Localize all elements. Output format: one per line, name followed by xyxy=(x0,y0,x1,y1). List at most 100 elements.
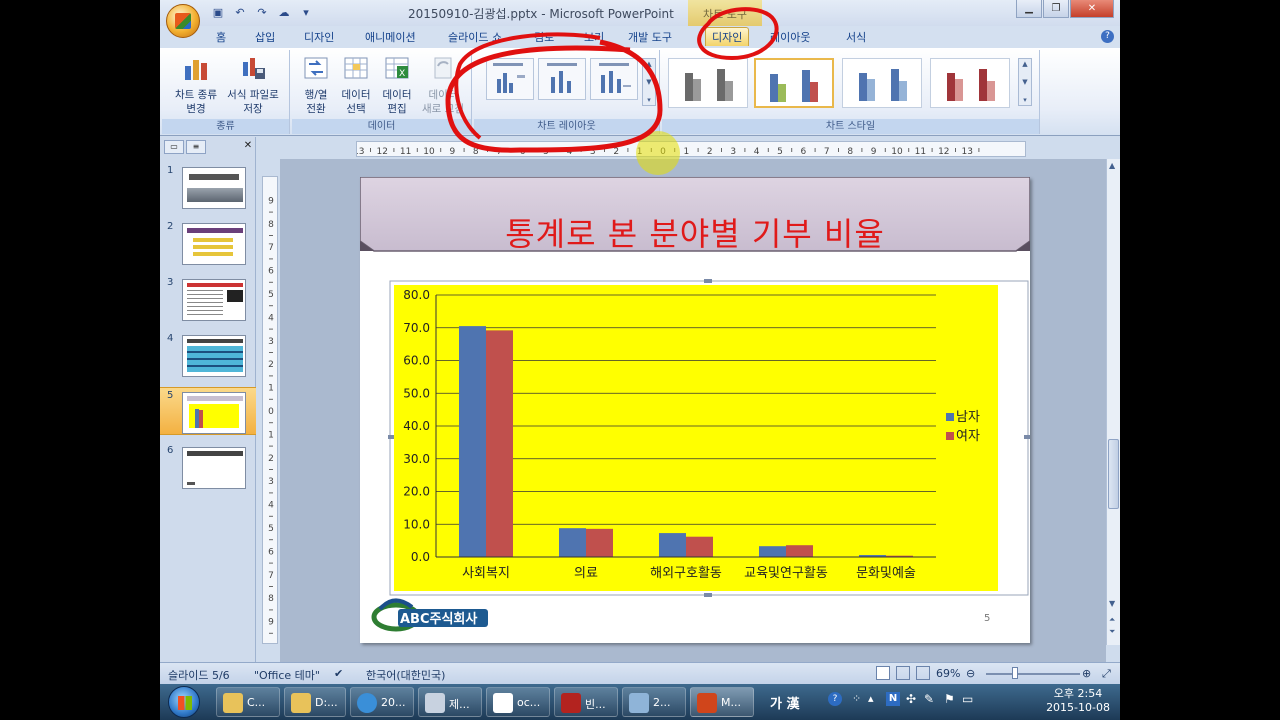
company-logo-text: ABC주식회사 xyxy=(400,612,478,627)
ruler-number: 10 xyxy=(891,147,903,157)
slide-thumbnail-5[interactable]: 5 xyxy=(160,387,256,435)
thumbnail-image xyxy=(182,447,246,489)
office-button[interactable] xyxy=(166,4,200,38)
slideshow-view-icon[interactable] xyxy=(916,666,930,680)
styles-gallery-scroll[interactable]: ▲ ▼ ▾ xyxy=(1018,58,1032,106)
tab-view[interactable]: 보기 xyxy=(584,29,604,45)
chart-layout-2[interactable] xyxy=(538,58,586,100)
taskbar-item-folder-c[interactable]: C... xyxy=(216,687,280,717)
scroll-down-icon[interactable]: ▼ xyxy=(1109,599,1115,608)
switch-row-column-button[interactable]: 행/열 전환 xyxy=(296,54,336,116)
slide-thumbnail-2[interactable]: 2 xyxy=(160,219,256,267)
vertical-ruler[interactable]: 9 8 7 6 5 4 3 2 1 0 1 2 3 4 5 6 7 8 9 xyxy=(262,176,278,644)
tab-developer[interactable]: 개발 도구 xyxy=(628,29,672,45)
ime-indicator[interactable]: 가 漢 xyxy=(770,693,800,712)
ruler-number: 5 xyxy=(543,147,549,157)
previous-slide-icon[interactable]: ⏶ xyxy=(1109,615,1115,625)
normal-view-icon[interactable] xyxy=(876,666,890,680)
refresh-data-button[interactable]: 데이터 새로 고침 xyxy=(418,54,468,116)
spellcheck-icon[interactable]: ✔ xyxy=(334,667,343,680)
edit-data-icon: X xyxy=(385,57,409,79)
zoom-out-icon[interactable]: ⊖ xyxy=(966,667,975,680)
ime-options-icon[interactable]: ⁘ xyxy=(852,692,861,705)
zoom-slider-thumb[interactable] xyxy=(1012,667,1018,679)
tray-app-icon[interactable]: ✣ xyxy=(906,692,916,706)
naver-icon[interactable]: N xyxy=(886,692,900,706)
network-icon[interactable]: ▭ xyxy=(962,692,973,706)
taskbar-item-powerpoint[interactable]: M... xyxy=(690,687,754,717)
pane-close-icon[interactable]: ✕ xyxy=(238,140,258,154)
zoom-level[interactable]: 69% xyxy=(936,667,960,680)
tab-animation[interactable]: 애니메이션 xyxy=(365,29,416,45)
tab-chart-design[interactable]: 디자인 xyxy=(705,27,750,46)
taskbar-item-hangul[interactable]: 빈... xyxy=(554,687,618,717)
chart-layout-3[interactable] xyxy=(590,58,638,100)
pen-icon[interactable]: ✎ xyxy=(924,692,934,706)
chart-layout-1[interactable] xyxy=(486,58,534,100)
taskbar-item-folder-d[interactable]: D:... xyxy=(284,687,346,717)
ruler-number: 9 xyxy=(871,147,877,157)
select-data-button[interactable]: 데이터 선택 xyxy=(336,54,376,116)
y-tick-label: 60.0 xyxy=(403,354,430,368)
restore-button[interactable]: ❐ xyxy=(1043,0,1069,18)
tab-home[interactable]: 홈 xyxy=(216,29,226,45)
taskbar-item-window[interactable]: 2... xyxy=(622,687,686,717)
help-icon[interactable]: ? xyxy=(1101,30,1114,43)
minimize-button[interactable]: ▁ xyxy=(1016,0,1042,18)
scrollbar-thumb[interactable] xyxy=(1108,439,1119,509)
save-as-template-button[interactable]: 서식 파일로 저장 xyxy=(220,54,286,116)
taskbar-item-document[interactable]: 제... xyxy=(418,687,482,717)
ruler-number: 12 xyxy=(938,147,949,157)
chart-style-2[interactable] xyxy=(754,58,834,108)
clock-date: 2015-10-08 xyxy=(1046,701,1110,714)
slide-canvas[interactable]: 통계로 본 분야별 기부 비율 0.0 10.0 20.0 30.0 40.0 50.0 6… xyxy=(360,177,1030,643)
tab-review[interactable]: 검토 xyxy=(534,29,554,45)
system-clock[interactable]: 오후 2:54 2015-10-08 xyxy=(1046,687,1110,715)
zoom-in-icon[interactable]: ⊕ xyxy=(1082,667,1091,680)
slide-thumbnail-6[interactable]: 6 xyxy=(160,443,256,491)
chart-style-3[interactable] xyxy=(842,58,922,108)
slide-title[interactable]: 통계로 본 분야별 기부 비율 xyxy=(360,209,1030,255)
slide-thumbnail-3[interactable]: 3 xyxy=(160,275,256,323)
fit-to-window-icon[interactable]: ⤢ xyxy=(1102,667,1111,681)
zoom-slider[interactable] xyxy=(986,673,1080,675)
tab-insert[interactable]: 삽입 xyxy=(255,29,275,45)
slides-tab-icon[interactable]: ▭ xyxy=(164,140,184,154)
window-title: 20150910-김광섭.pptx - Microsoft PowerPoint xyxy=(408,7,674,21)
layouts-gallery-scroll[interactable]: ▲ ▼ ▾ xyxy=(642,58,656,106)
save-icon[interactable]: ▣ xyxy=(210,4,226,20)
tab-chart-layout[interactable]: 레이아웃 xyxy=(770,29,810,45)
chart-style-1[interactable] xyxy=(668,58,748,108)
bar-chart[interactable]: 0.0 10.0 20.0 30.0 40.0 50.0 60.0 70.0 80.0 사회복지 의… xyxy=(388,279,1030,599)
action-center-flag-icon[interactable]: ⚑ xyxy=(944,692,955,706)
outline-tab-icon[interactable]: ≡ xyxy=(186,140,206,154)
next-slide-icon[interactable]: ⏷ xyxy=(1109,627,1115,637)
taskbar-item-ie[interactable]: 20... xyxy=(350,687,414,717)
slide-thumbnail-1[interactable]: 1 xyxy=(160,163,256,211)
chart-style-4[interactable] xyxy=(930,58,1010,108)
scroll-up-icon[interactable]: ▲ xyxy=(1109,161,1115,170)
redo-icon[interactable]: ↷ xyxy=(254,4,270,20)
close-button[interactable]: ✕ xyxy=(1070,0,1114,18)
cloud-icon[interactable]: ☁ xyxy=(276,4,292,20)
edit-data-button[interactable]: X 데이터 편집 xyxy=(376,54,418,116)
letterbox-right xyxy=(1120,0,1280,720)
tab-slideshow[interactable]: 슬라이드 쇼 xyxy=(448,29,502,45)
tray-overflow-icon[interactable]: ▴ xyxy=(868,692,874,705)
ruler-number: 9 xyxy=(268,196,274,206)
ruler-number: 4 xyxy=(567,147,573,157)
change-chart-type-button[interactable]: 차트 종류 변경 xyxy=(168,54,224,116)
horizontal-ruler[interactable]: 13121110987654321012345678910111213 xyxy=(356,141,1026,157)
customize-qat-icon[interactable]: ▾ xyxy=(298,4,314,20)
start-button[interactable] xyxy=(168,686,200,718)
tab-design[interactable]: 디자인 xyxy=(304,29,334,45)
undo-icon[interactable]: ↶ xyxy=(232,4,248,20)
slide-sorter-icon[interactable] xyxy=(896,666,910,680)
selection-handle xyxy=(704,279,712,283)
slide-thumbnail-4[interactable]: 4 xyxy=(160,331,256,379)
ime-help-icon[interactable]: ? xyxy=(828,692,842,706)
ruler-ticks: 13121110987654321012345678910111213 xyxy=(357,147,980,157)
tab-chart-format[interactable]: 서식 xyxy=(846,29,866,45)
vertical-scrollbar[interactable]: ▲ ▼ ⏶ ⏷ xyxy=(1106,159,1120,645)
taskbar-item-oc[interactable]: oc... xyxy=(486,687,550,717)
